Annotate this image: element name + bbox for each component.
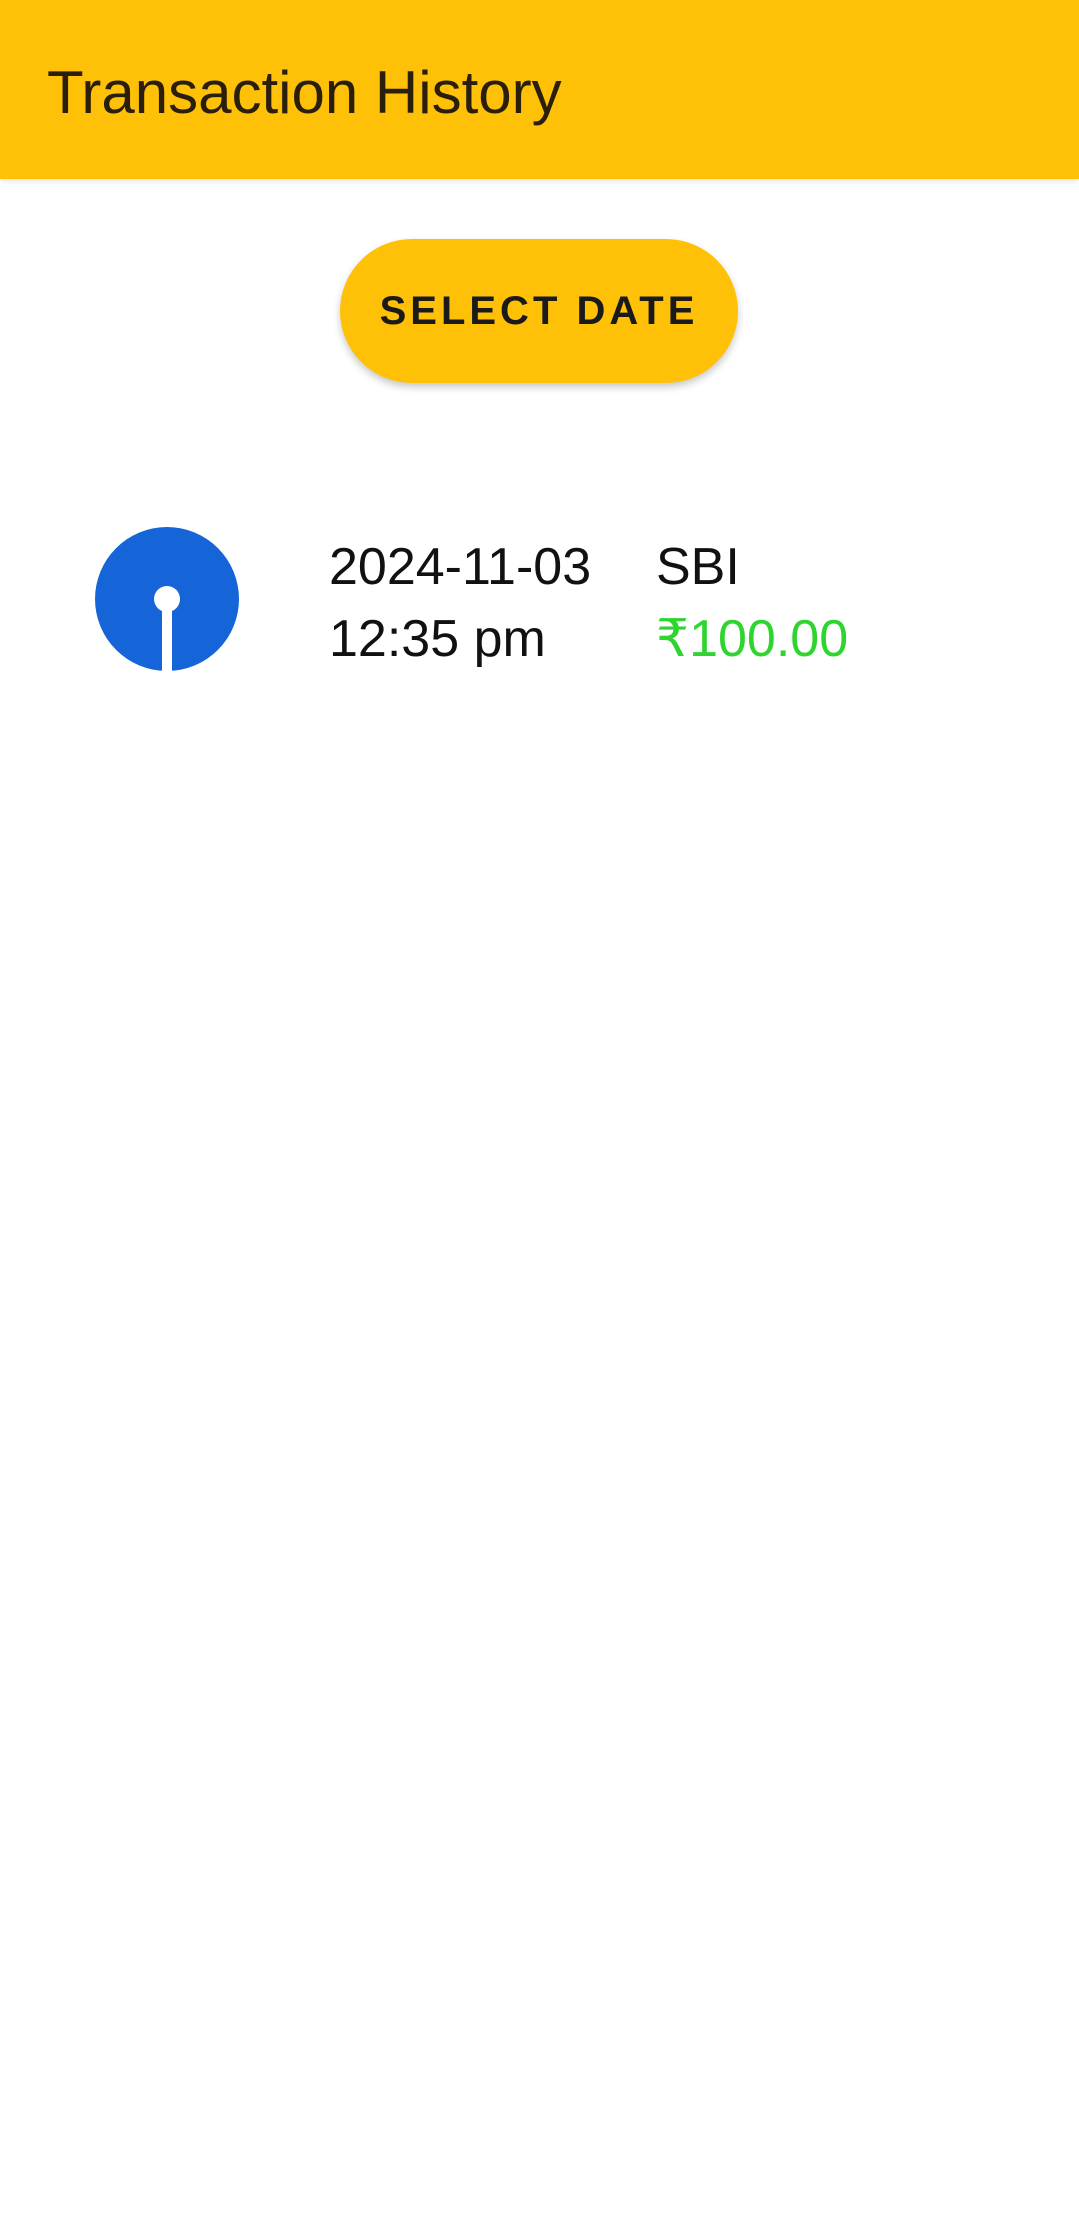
transaction-row[interactable]: 2024-11-03 12:35 pm SBI ₹100.00 [0, 505, 1079, 690]
transaction-bank: SBI [656, 538, 740, 596]
transaction-time: 12:35 pm [329, 610, 546, 668]
transaction-amount: ₹100.00 [656, 610, 849, 668]
select-date-button[interactable]: SELECT DATE [340, 239, 738, 383]
page-title: Transaction History [47, 59, 562, 126]
sbi-logo-icon [95, 527, 239, 671]
transaction-date: 2024-11-03 [329, 538, 592, 596]
app-bar: Transaction History [0, 0, 1079, 179]
select-date-button-label: SELECT DATE [379, 288, 699, 333]
